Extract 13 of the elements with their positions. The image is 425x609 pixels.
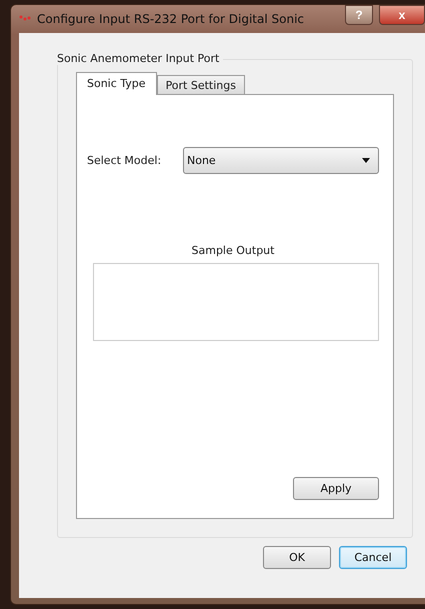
ok-button[interactable]: OK [263,546,331,569]
cancel-button[interactable]: Cancel [339,546,407,569]
window-title: Configure Input RS-232 Port for Digital Sonic [37,12,306,26]
close-button[interactable]: x [379,5,425,25]
model-dropdown[interactable]: None [183,147,379,174]
caret-icon [362,158,370,163]
tab[interactable]: Port Settings [156,75,245,95]
apply-button[interactable]: Apply [293,477,379,500]
app-icon [19,15,31,23]
group-title: Sonic Anemometer Input Port [57,52,224,65]
model-label: Select Model: [87,154,162,167]
tab[interactable]: Sonic Type [76,72,157,95]
sample-output-label: Sample Output [192,244,274,257]
